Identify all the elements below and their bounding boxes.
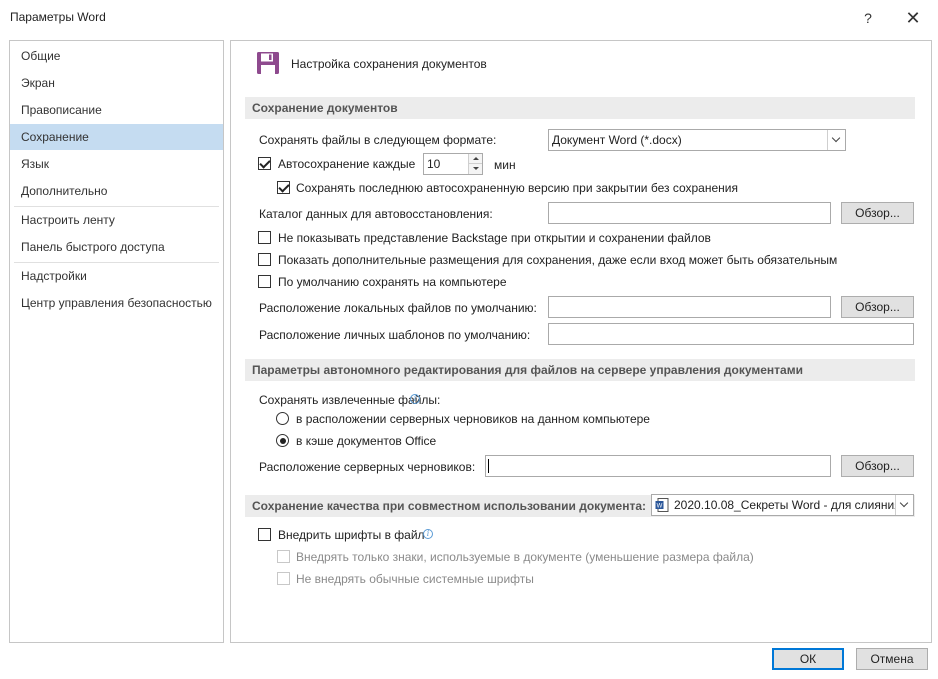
chevron-down-icon: [899, 498, 909, 508]
save-to-computer-label: По умолчанию сохранять на компьютере: [278, 275, 507, 289]
autosave-minutes-spinner[interactable]: 10: [423, 153, 483, 175]
floppy-disk-icon: [257, 52, 279, 74]
radio-server-drafts-label: в расположении серверных черновиков на д…: [296, 412, 650, 426]
sidebar-item-general[interactable]: Общие: [10, 43, 223, 69]
no-backstage-checkbox[interactable]: [258, 231, 271, 244]
radio-server-drafts[interactable]: [276, 412, 289, 425]
sidebar-item-save[interactable]: Сохранение: [10, 124, 223, 150]
embed-subset-label: Внедрять только знаки, используемые в до…: [296, 550, 754, 564]
autosave-label: Автосохранение каждые: [278, 157, 416, 171]
autorecover-label: Каталог данных для автовосстановления:: [259, 207, 493, 221]
fidelity-dropdown-button[interactable]: [895, 495, 913, 515]
sidebar-item-quick-access[interactable]: Панель быстрого доступа: [10, 234, 223, 260]
sidebar-item-addins[interactable]: Надстройки: [10, 263, 223, 289]
chevron-down-icon: [831, 133, 841, 143]
cancel-button[interactable]: Отмена: [856, 648, 928, 670]
radio-office-cache-label: в кэше документов Office: [296, 434, 437, 448]
format-select-value: Документ Word (*.docx): [552, 133, 682, 147]
section-offline-editing: Параметры автономного редактирования для…: [245, 359, 915, 381]
embed-subset-checkbox[interactable]: [277, 550, 290, 563]
autorecover-browse-button[interactable]: Обзор...: [841, 202, 914, 224]
local-path-label: Расположение локальных файлов по умолчан…: [259, 301, 537, 315]
templates-path-input[interactable]: [548, 323, 914, 345]
window-title: Параметры Word: [10, 10, 106, 24]
format-select[interactable]: Документ Word (*.docx): [548, 129, 846, 151]
local-path-input[interactable]: [548, 296, 831, 318]
autorecover-path-input[interactable]: [548, 202, 831, 224]
word-document-icon: W: [655, 498, 669, 512]
keep-last-version-label: Сохранять последнюю автосохраненную верс…: [296, 181, 738, 195]
svg-text:W: W: [657, 504, 663, 510]
no-backstage-label: Не показывать представление Backstage пр…: [278, 231, 711, 245]
drafts-path-input[interactable]: [485, 455, 831, 477]
sidebar-item-advanced[interactable]: Дополнительно: [10, 178, 223, 204]
sidebar-item-display[interactable]: Экран: [10, 70, 223, 96]
page-title: Настройка сохранения документов: [291, 57, 487, 71]
sidebar-item-proofing[interactable]: Правописание: [10, 97, 223, 123]
embed-fonts-label: Внедрить шрифты в файл: [278, 528, 425, 542]
close-button[interactable]: ✕: [893, 4, 933, 32]
radio-office-cache[interactable]: [276, 434, 289, 447]
no-common-fonts-label: Не внедрять обычные системные шрифты: [296, 572, 534, 586]
drafts-path-label: Расположение серверных черновиков:: [259, 460, 476, 474]
sidebar-item-trust-center[interactable]: Центр управления безопасностью: [10, 290, 223, 316]
format-label: Сохранять файлы в следующем формате:: [259, 133, 497, 147]
title-bar: Параметры Word ? ✕: [0, 0, 938, 36]
save-to-computer-checkbox[interactable]: [258, 275, 271, 288]
sidebar-item-language[interactable]: Язык: [10, 151, 223, 177]
fidelity-document-select[interactable]: W 2020.10.08_Секреты Word - для слияния: [651, 494, 914, 516]
format-dropdown-button[interactable]: [827, 130, 845, 150]
text-caret: [488, 459, 489, 473]
templates-path-label: Расположение личных шаблонов по умолчани…: [259, 328, 531, 342]
no-common-fonts-checkbox[interactable]: [277, 572, 290, 585]
info-icon: i: [423, 529, 433, 539]
sidebar-item-customize-ribbon[interactable]: Настроить ленту: [10, 207, 223, 233]
embed-fonts-checkbox[interactable]: [258, 528, 271, 541]
info-icon: i: [410, 394, 420, 404]
fidelity-document-value: 2020.10.08_Секреты Word - для слияния: [674, 498, 901, 512]
drafts-browse-button[interactable]: Обзор...: [841, 455, 914, 477]
show-extra-locations-label: Показать дополнительные размещения для с…: [278, 253, 838, 267]
help-button[interactable]: ?: [848, 4, 888, 32]
caret-down-icon: [473, 167, 479, 170]
show-extra-locations-checkbox[interactable]: [258, 253, 271, 266]
local-path-browse-button[interactable]: Обзор...: [841, 296, 914, 318]
section-save-documents: Сохранение документов: [245, 97, 915, 119]
autosave-checkbox[interactable]: [258, 157, 271, 170]
ok-button[interactable]: ОК: [772, 648, 844, 670]
autosave-minutes-value: 10: [427, 157, 441, 171]
sidebar: Общие Экран Правописание Сохранение Язык…: [9, 40, 224, 643]
spin-up-button[interactable]: [468, 154, 482, 164]
autosave-unit: мин: [494, 158, 516, 172]
spin-down-button[interactable]: [468, 164, 482, 174]
caret-up-icon: [473, 157, 479, 160]
keep-last-version-checkbox[interactable]: [277, 181, 290, 194]
